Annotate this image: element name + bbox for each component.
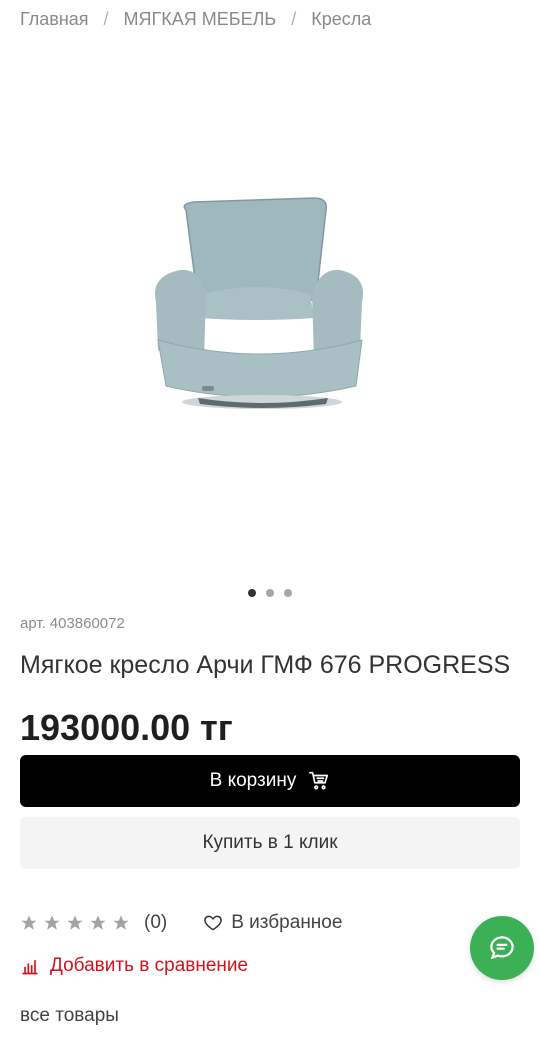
compare-label: Добавить в сравнение [50, 955, 249, 976]
rating-stars[interactable] [20, 914, 130, 932]
sku-value: 403860072 [49, 615, 125, 632]
cart-icon [308, 770, 330, 792]
chart-icon [20, 956, 40, 976]
product-price: 193000.00 тг [20, 707, 233, 748]
breadcrumb-home[interactable]: Главная [20, 9, 89, 30]
star-icon[interactable] [112, 914, 130, 932]
armchair-image [155, 197, 364, 409]
buy-one-click-button[interactable]: Купить в 1 клик [20, 817, 520, 869]
star-icon[interactable] [66, 914, 84, 932]
star-icon[interactable] [89, 914, 107, 932]
breadcrumb-separator: / [103, 8, 109, 29]
product-sku: арт. 403860072 [20, 615, 125, 632]
sku-label: арт. [20, 615, 46, 632]
star-icon[interactable] [43, 914, 61, 932]
heart-icon [203, 913, 223, 933]
add-to-cart-button[interactable]: В корзину [20, 755, 520, 807]
breadcrumb-armchairs[interactable]: Кресла [311, 9, 371, 30]
add-to-cart-label: В корзину [209, 770, 297, 791]
rating-row: (0) В избранное [20, 908, 342, 938]
breadcrumb-separator: / [291, 8, 297, 29]
breadcrumb: Главная / МЯГКАЯ МЕБЕЛЬ / Кресла [20, 6, 371, 32]
add-to-favorites[interactable]: В избранное [203, 912, 342, 934]
gallery-pagination [0, 589, 540, 597]
gallery-dot[interactable] [284, 589, 292, 597]
all-goods-link[interactable]: все товары [20, 1005, 119, 1027]
product-image-gallery[interactable] [20, 40, 520, 580]
product-page: Главная / МЯГКАЯ МЕБЕЛЬ / Кресла арт. 40… [0, 0, 540, 1058]
star-icon[interactable] [20, 914, 38, 932]
review-count[interactable]: (0) [144, 912, 167, 934]
gallery-dot[interactable] [248, 589, 256, 597]
chat-icon [487, 933, 517, 963]
product-title: Мягкое кресло Арчи ГМФ 676 PROGRESS [20, 651, 511, 679]
favorites-label: В избранное [231, 912, 343, 933]
breadcrumb-soft-furniture[interactable]: МЯГКАЯ МЕБЕЛЬ [124, 9, 277, 30]
gallery-dot[interactable] [266, 589, 274, 597]
add-to-compare[interactable]: Добавить в сравнение [20, 952, 248, 980]
chat-button[interactable] [470, 916, 534, 980]
